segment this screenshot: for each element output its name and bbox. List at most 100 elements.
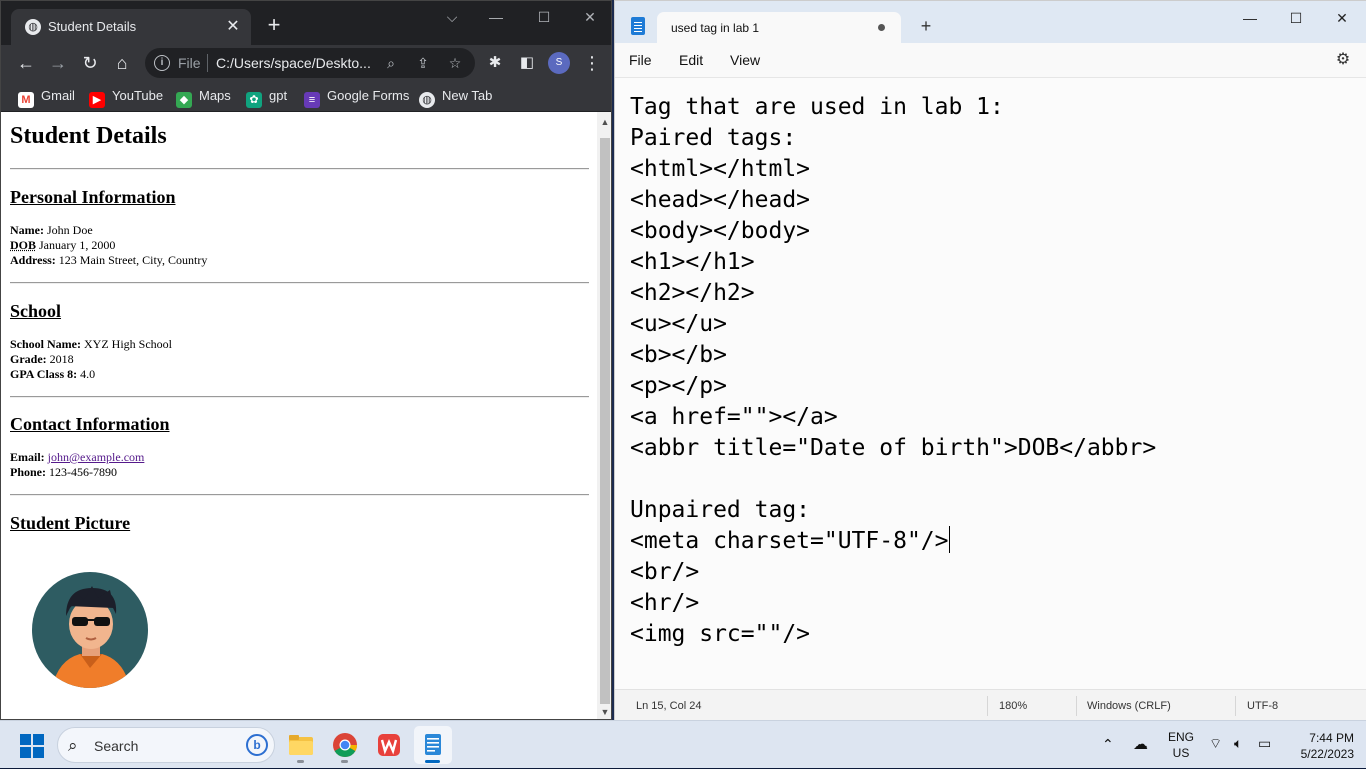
browser-tab-active[interactable]: ◍ Student Details ✕: [11, 9, 251, 45]
profile-avatar[interactable]: S: [548, 52, 570, 74]
field-name: Name: John Doe: [10, 223, 93, 238]
notepad-statusbar: Ln 15, Col 24 180% Windows (CRLF) UTF-8: [615, 689, 1366, 721]
menu-view[interactable]: View: [730, 52, 760, 68]
forms-icon: ≡: [304, 92, 320, 108]
notepad-menubar: File Edit View ⚙: [615, 43, 1366, 77]
scroll-down-icon[interactable]: ▼: [597, 704, 611, 719]
status-cursor-position: Ln 15, Col 24: [636, 700, 702, 712]
field-value: 123-456-7890: [49, 465, 117, 479]
side-panel-icon[interactable]: ◧: [515, 51, 539, 75]
page-content: Student Details Personal Information Nam…: [1, 112, 597, 719]
scrollbar-thumb[interactable]: [600, 138, 610, 704]
dob-abbr[interactable]: DOB: [10, 238, 36, 252]
bookmark-youtube[interactable]: ▶ YouTube: [89, 86, 163, 108]
status-zoom: 180%: [999, 700, 1028, 712]
menu-file[interactable]: File: [629, 52, 652, 68]
field-school-name: School Name: XYZ High School: [10, 337, 172, 352]
field-label: GPA Class 8:: [10, 367, 78, 381]
chrome-icon: [333, 733, 357, 758]
extensions-icon[interactable]: ✱: [483, 51, 507, 75]
home-button[interactable]: ⌂: [110, 51, 134, 75]
notepad-app-icon: [631, 17, 645, 35]
taskbar-clock[interactable]: 7:44 PM 5/22/2023: [1290, 730, 1354, 762]
status-separator: [987, 696, 988, 716]
info-icon[interactable]: i: [154, 55, 170, 71]
bookmark-label: Google Forms: [327, 88, 410, 103]
tab-search-button[interactable]: ⌵: [438, 7, 466, 27]
field-email: Email: john@example.com: [10, 450, 144, 465]
bookmark-google-forms[interactable]: ≡ Google Forms: [304, 86, 410, 108]
minimize-button[interactable]: —: [482, 7, 510, 27]
maximize-button[interactable]: ☐: [530, 7, 558, 27]
chrome-icon: ◍: [419, 92, 435, 108]
zoom-icon[interactable]: ⌕: [381, 53, 401, 73]
field-value: January 1, 2000: [39, 238, 116, 252]
search-icon: ⌕: [68, 736, 78, 755]
field-label: Grade:: [10, 352, 47, 366]
windows-start-icon[interactable]: [20, 734, 44, 758]
field-value: John Doe: [46, 223, 93, 237]
notepad-window: used tag in lab 1 + — ☐ ✕ File Edit View…: [614, 0, 1366, 721]
running-indicator: [341, 760, 348, 763]
field-address: Address: 123 Main Street, City, Country: [10, 253, 207, 268]
student-picture: [32, 572, 148, 688]
address-url[interactable]: C:/Users/space/Deskto...: [216, 55, 371, 71]
forward-button[interactable]: →: [46, 51, 70, 75]
share-icon[interactable]: ⇪: [413, 53, 433, 73]
wps-office-icon: [378, 734, 400, 756]
bookmark-star-icon[interactable]: ☆: [445, 53, 465, 73]
divider: [10, 494, 589, 496]
notepad-tab-title: used tag in lab 1: [671, 21, 760, 35]
reload-button[interactable]: ↻: [78, 51, 102, 75]
notepad-tab-active[interactable]: used tag in lab 1: [657, 12, 901, 43]
scroll-up-icon[interactable]: ▲: [597, 114, 611, 130]
page-scrollbar[interactable]: ▲ ▼: [597, 112, 611, 719]
new-tab-button[interactable]: +: [263, 14, 285, 37]
taskbar-notepad[interactable]: [414, 726, 452, 764]
field-value: 2018: [49, 352, 74, 366]
field-label: Address:: [10, 253, 56, 267]
menu-kebab-icon[interactable]: ⋮: [580, 51, 604, 75]
notepad-minimize-button[interactable]: —: [1227, 5, 1273, 31]
bookmark-maps[interactable]: ◆ Maps: [176, 86, 231, 108]
menu-edit[interactable]: Edit: [679, 52, 703, 68]
notepad-text[interactable]: Tag that are used in lab 1: Paired tags:…: [630, 92, 1156, 650]
address-bar[interactable]: i File C:/Users/space/Deskto... ⌕ ⇪ ☆: [145, 48, 475, 78]
battery-icon[interactable]: ▭: [1258, 735, 1271, 752]
close-window-button[interactable]: ✕: [576, 7, 604, 27]
text-before-caret: Tag that are used in lab 1: Paired tags:…: [630, 94, 1157, 554]
divider: [10, 282, 589, 284]
back-button[interactable]: ←: [14, 51, 38, 75]
taskbar-chrome[interactable]: [326, 726, 364, 764]
language-indicator[interactable]: ENG US: [1163, 729, 1199, 761]
field-label: School Name:: [10, 337, 81, 351]
bookmark-gpt[interactable]: ✿ gpt: [246, 86, 287, 108]
taskbar-wps-office[interactable]: [370, 726, 408, 764]
notepad-new-tab-button[interactable]: +: [915, 15, 937, 37]
section-heading-contact: Contact Information: [10, 414, 170, 434]
bookmarks-bar: M Gmail ▶ YouTube ◆ Maps ✿ gpt ≡ Google Forms…: [1, 81, 611, 112]
text-caret: [948, 526, 950, 553]
notepad-text-area[interactable]: Tag that are used in lab 1: Paired tags:…: [615, 77, 1366, 689]
email-link[interactable]: john@example.com: [48, 450, 145, 464]
wifi-icon[interactable]: ⌔: [1209, 735, 1222, 753]
notepad-maximize-button[interactable]: ☐: [1273, 5, 1319, 31]
tab-close-button[interactable]: ✕: [223, 17, 243, 37]
unsaved-dot-icon[interactable]: [878, 24, 885, 31]
bookmark-gmail[interactable]: M Gmail: [18, 86, 75, 108]
field-value: 4.0: [80, 367, 96, 381]
onedrive-offline-icon[interactable]: ☁: [1133, 735, 1148, 753]
taskbar-search-box[interactable]: ⌕ Search b: [57, 727, 275, 763]
settings-gear-icon[interactable]: ⚙: [1334, 51, 1352, 69]
notepad-close-button[interactable]: ✕: [1319, 5, 1365, 31]
bookmark-label: Maps: [199, 88, 231, 103]
desktop: ◍ Student Details ✕ + ⌵ — ☐ ✕ ← → ↻ ⌂ i …: [0, 0, 1366, 768]
bing-icon[interactable]: b: [246, 734, 268, 756]
volume-icon[interactable]: 🔈︎: [1234, 735, 1242, 752]
bookmark-new-tab[interactable]: ◍ New Tab: [419, 86, 492, 108]
field-label: Email:: [10, 450, 45, 464]
language-code: ENG: [1167, 730, 1194, 744]
clock-time: 7:44 PM: [1309, 731, 1354, 745]
tray-chevron-up-icon[interactable]: ⌃: [1102, 736, 1114, 753]
taskbar-file-explorer[interactable]: [282, 726, 320, 764]
